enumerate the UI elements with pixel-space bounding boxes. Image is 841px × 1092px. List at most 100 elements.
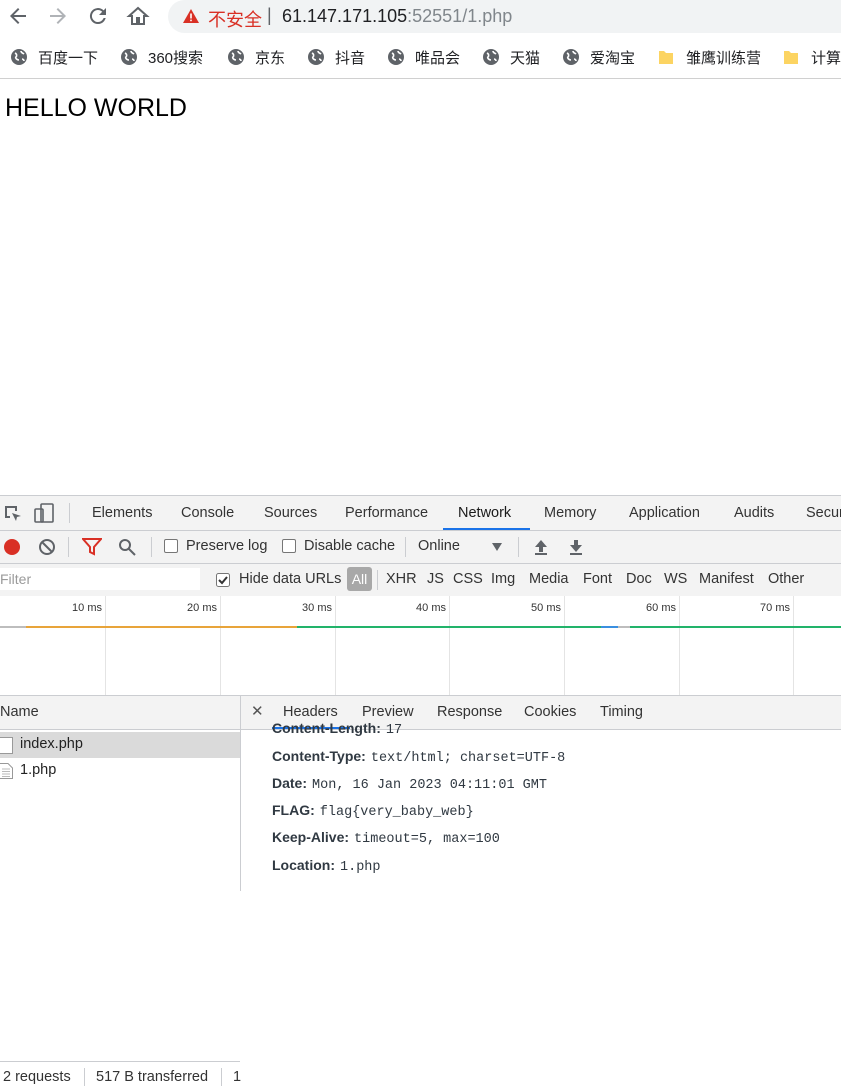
request-row-1-php[interactable]: 1.php (0, 758, 240, 784)
clear-icon[interactable] (38, 538, 56, 556)
bookmark-tmall[interactable]: 天猫 (482, 46, 540, 68)
address-bar[interactable]: 不安全 | 61.147.171.105:52551/1.php (168, 0, 841, 33)
waterfall-bar-gap (618, 626, 630, 628)
tab-cookies[interactable]: Cookies (524, 704, 576, 720)
close-icon[interactable]: ✕ (251, 702, 264, 720)
filter-type-js[interactable]: JS (427, 571, 444, 587)
bookmark-label: 计算 (811, 49, 841, 67)
filter-type-ws[interactable]: WS (664, 571, 687, 587)
forward-button[interactable] (46, 4, 74, 28)
filter-type-img[interactable]: Img (491, 571, 515, 587)
bookmark-folder-chuying[interactable]: 雏鹰训练营 (658, 46, 761, 68)
bookmark-baidu[interactable]: 百度一下 (10, 46, 98, 68)
tab-application[interactable]: Application (629, 505, 700, 521)
tab-audits[interactable]: Audits (734, 505, 774, 521)
filter-type-other[interactable]: Other (768, 571, 804, 587)
disable-cache-label[interactable]: Disable cache (304, 538, 395, 554)
filter-type-doc[interactable]: Doc (626, 571, 652, 587)
tab-network[interactable]: Network (458, 505, 511, 521)
filter-type-all[interactable]: All (347, 567, 372, 591)
preserve-log-checkbox[interactable] (164, 539, 178, 553)
tab-preview[interactable]: Preview (362, 704, 414, 720)
tab-console[interactable]: Console (181, 505, 234, 521)
active-tab-indicator (443, 528, 530, 530)
record-icon[interactable] (3, 538, 21, 556)
filter-type-manifest[interactable]: Manifest (699, 571, 754, 587)
url-port: :52551 (407, 6, 463, 26)
globe-icon (483, 49, 499, 65)
header-key: Content-Length: (272, 720, 381, 736)
filter-type-css[interactable]: CSS (453, 571, 483, 587)
tab-security[interactable]: Secur (806, 505, 841, 521)
bookmark-360[interactable]: 360搜索 (120, 46, 203, 68)
name-column-header[interactable]: Name (0, 696, 240, 730)
tab-performance[interactable]: Performance (345, 505, 428, 521)
folder-icon (659, 51, 673, 64)
search-icon[interactable] (118, 538, 136, 556)
bookmark-label: 360搜索 (148, 49, 204, 67)
globe-icon (388, 49, 404, 65)
name-column-label: Name (0, 704, 39, 720)
header-row: Content-Length: 17 (272, 720, 402, 738)
separator (151, 537, 152, 557)
tab-memory[interactable]: Memory (544, 505, 596, 521)
header-row: Content-Type: text/html; charset=UTF-8 (272, 748, 565, 766)
separator (405, 537, 406, 557)
preserve-log-label[interactable]: Preserve log (186, 538, 267, 554)
tab-headers[interactable]: Headers (283, 704, 338, 720)
bookmark-label: 天猫 (510, 49, 541, 67)
inspect-element-icon[interactable] (3, 504, 23, 524)
separator (69, 503, 70, 523)
tick-label: 60 ms (646, 602, 676, 614)
tab-elements[interactable]: Elements (92, 505, 152, 521)
tab-sources[interactable]: Sources (264, 505, 317, 521)
network-overview[interactable]: 10 ms 20 ms 30 ms 40 ms 50 ms 60 ms 70 m… (0, 596, 841, 696)
browser-toolbar: 不安全 | 61.147.171.105:52551/1.php (0, 0, 841, 35)
header-value: Mon, 16 Jan 2023 04:11:01 GMT (312, 778, 547, 793)
tab-timing[interactable]: Timing (600, 704, 643, 720)
hide-data-urls-checkbox[interactable] (216, 573, 230, 587)
header-row: Location: 1.php (272, 857, 381, 875)
tick-label: 50 ms (531, 602, 561, 614)
request-row-index-php[interactable]: index.php (0, 732, 240, 758)
bookmark-douyin[interactable]: 抖音 (307, 46, 365, 68)
bookmark-jd[interactable]: 京东 (227, 46, 285, 68)
tab-response[interactable]: Response (437, 704, 502, 720)
hide-data-urls-label[interactable]: Hide data URLs (239, 571, 341, 587)
waterfall-bar-download (297, 626, 601, 628)
request-detail-pane: ✕ Headers Preview Response Cookies Timin… (241, 696, 841, 891)
separator (518, 537, 519, 557)
gridline (679, 596, 680, 695)
security-label[interactable]: 不安全 (208, 6, 262, 32)
filter-icon[interactable] (82, 538, 102, 556)
network-summary: 2 requests 517 B transferred 1 (0, 1061, 241, 1092)
filter-type-xhr[interactable]: XHR (386, 571, 417, 587)
bookmark-aitaobao[interactable]: 爱淘宝 (562, 46, 635, 68)
url-separator: | (267, 5, 272, 25)
devtools-tab-bar: Elements Console Sources Performance Net… (0, 496, 841, 531)
chevron-down-icon[interactable] (492, 543, 502, 551)
device-toolbar-icon[interactable] (33, 502, 55, 524)
request-name: index.php (20, 736, 83, 752)
bookmark-vip[interactable]: 唯品会 (387, 46, 460, 68)
tick-label: 20 ms (187, 602, 217, 614)
filter-input[interactable] (0, 568, 200, 590)
devtools-panel: Elements Console Sources Performance Net… (0, 495, 841, 1092)
reload-button[interactable] (86, 4, 114, 28)
bookmark-folder-jisuan[interactable]: 计算 (783, 46, 841, 68)
back-button[interactable] (6, 4, 34, 28)
home-button[interactable] (126, 4, 154, 28)
tick-label: 40 ms (416, 602, 446, 614)
export-har-icon[interactable] (568, 538, 584, 556)
separator (68, 537, 69, 557)
filter-type-font[interactable]: Font (583, 571, 612, 587)
throttling-select[interactable]: Online (418, 538, 460, 554)
header-value: flag{very_baby_web} (319, 805, 474, 820)
request-name: 1.php (20, 762, 57, 778)
import-har-icon[interactable] (533, 538, 549, 556)
url-text[interactable]: 61.147.171.105:52551/1.php (282, 6, 512, 27)
filter-type-media[interactable]: Media (529, 571, 569, 587)
globe-icon (308, 49, 324, 65)
disable-cache-checkbox[interactable] (282, 539, 296, 553)
home-icon (126, 6, 150, 25)
